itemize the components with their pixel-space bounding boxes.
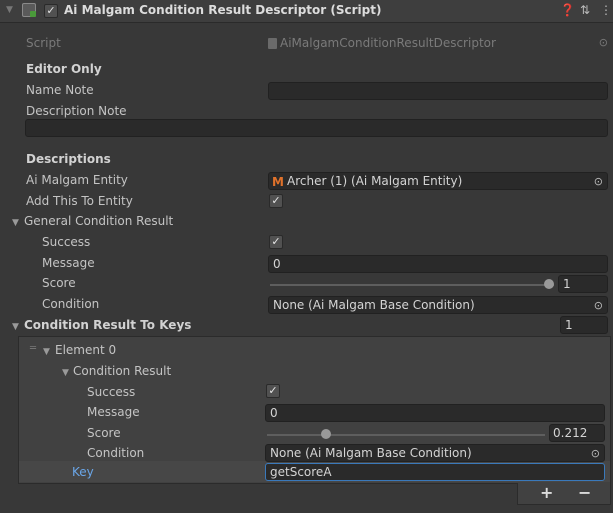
foldout-arrow-icon[interactable]: ▼	[12, 322, 19, 332]
descriptions-heading: Descriptions	[26, 152, 111, 166]
element-condition-result-label[interactable]: Condition Result	[73, 364, 171, 378]
general-message-field[interactable]: 0	[268, 255, 608, 273]
object-picker-icon[interactable]: ⊙	[591, 446, 600, 461]
description-note-label: Description Note	[26, 104, 127, 118]
element-condition-field[interactable]: None (Ai Malgam Base Condition) ⊙	[265, 444, 605, 462]
general-message-label: Message	[42, 256, 95, 270]
ai-malgam-entity-value: Archer (1) (Ai Malgam Entity)	[287, 174, 463, 188]
element-key-label: Key	[72, 465, 94, 479]
script-icon	[22, 3, 36, 17]
object-picker-icon[interactable]: ⊙	[594, 174, 603, 189]
element-score-slider-thumb[interactable]	[320, 429, 331, 439]
element-score-label: Score	[87, 426, 121, 440]
editor-only-heading: Editor Only	[26, 62, 102, 76]
element-message-field[interactable]: 0	[265, 404, 605, 422]
element-success-label: Success	[87, 385, 136, 399]
add-element-button[interactable]: +	[540, 483, 553, 502]
add-to-entity-label: Add This To Entity	[26, 194, 133, 208]
entity-icon: M	[272, 175, 284, 189]
fold-arrow-icon[interactable]: ▼	[6, 5, 13, 15]
general-score-slider-thumb[interactable]	[544, 279, 554, 289]
foldout-arrow-icon[interactable]: ▼	[43, 347, 50, 357]
element-score-field[interactable]: 0.212	[549, 424, 605, 442]
general-score-label: Score	[42, 276, 76, 290]
object-picker-icon[interactable]: ⊙	[594, 298, 603, 313]
name-note-field[interactable]	[268, 82, 608, 100]
general-condition-field[interactable]: None (Ai Malgam Base Condition) ⊙	[268, 296, 608, 314]
array-footer: + −	[517, 483, 611, 505]
element-condition-label: Condition	[87, 446, 145, 460]
element-score-slider-track[interactable]	[267, 434, 545, 436]
general-success-checkbox[interactable]: ✓	[269, 235, 283, 249]
general-success-label: Success	[42, 235, 91, 249]
drag-handle-icon[interactable]: ═	[30, 343, 36, 354]
add-to-entity-checkbox[interactable]: ✓	[269, 194, 283, 208]
component-header: ▼ ✓ Ai Malgam Condition Result Descripto…	[0, 0, 613, 23]
foldout-arrow-icon[interactable]: ▼	[62, 368, 69, 378]
object-picker-icon: ⊙	[598, 36, 608, 49]
element-condition-value: None (Ai Malgam Base Condition)	[270, 446, 472, 460]
foldout-arrow-icon[interactable]: ▼	[12, 218, 19, 228]
component-title: Ai Malgam Condition Result Descriptor (S…	[64, 3, 382, 17]
help-icon[interactable]: ❓	[560, 3, 575, 17]
ai-malgam-entity-field[interactable]: M Archer (1) (Ai Malgam Entity) ⊙	[268, 172, 608, 190]
description-note-field[interactable]	[25, 119, 608, 137]
array-size-field[interactable]: 1	[560, 316, 608, 334]
kebab-menu-icon[interactable]: ⋮	[600, 3, 612, 17]
general-score-slider-track[interactable]	[270, 284, 554, 286]
element-label[interactable]: Element 0	[55, 343, 116, 357]
name-note-label: Name Note	[26, 83, 94, 97]
script-label: Script	[26, 36, 61, 50]
general-condition-value: None (Ai Malgam Base Condition)	[273, 298, 475, 312]
condition-result-to-keys-label[interactable]: Condition Result To Keys	[24, 318, 191, 332]
general-condition-label: Condition	[42, 297, 100, 311]
element-success-checkbox[interactable]: ✓	[266, 384, 280, 398]
script-field: AiMalgamConditionResultDescriptor ⊙	[268, 35, 608, 53]
general-score-field[interactable]: 1	[558, 275, 608, 293]
component-enabled-checkbox[interactable]: ✓	[44, 4, 58, 18]
element-key-field[interactable]: getScoreA	[265, 463, 605, 481]
remove-element-button[interactable]: −	[578, 483, 591, 502]
preset-icon[interactable]: ⇅	[580, 3, 590, 17]
script-value: AiMalgamConditionResultDescriptor	[280, 36, 496, 50]
ai-malgam-entity-label: Ai Malgam Entity	[26, 173, 128, 187]
element-message-label: Message	[87, 405, 140, 419]
general-condition-result-label[interactable]: General Condition Result	[24, 214, 173, 228]
script-file-icon	[268, 38, 277, 49]
